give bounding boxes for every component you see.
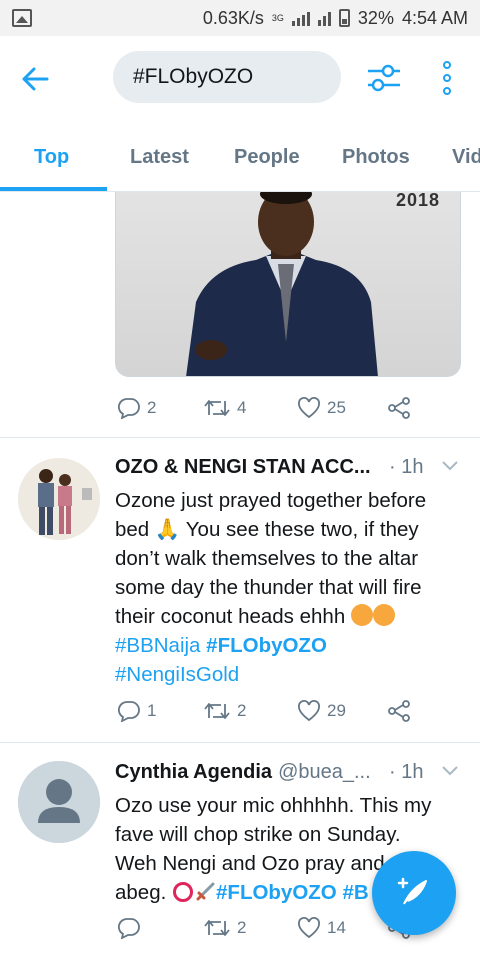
avatar[interactable]: [18, 458, 100, 540]
search-input[interactable]: #FLObyOZO: [113, 51, 341, 103]
retweet-count: 2: [237, 701, 247, 720]
tweet-time: · 1h: [389, 760, 424, 783]
author-name[interactable]: OZO & NENGI STAN ACC...: [115, 456, 371, 479]
share-button[interactable]: [387, 700, 411, 722]
tweet-text: Ozone just prayed together before bed 🙏 …: [115, 486, 455, 689]
reply-icon: [117, 701, 140, 722]
compose-icon: [397, 877, 427, 905]
photo-tweet-actions: 2 4 25: [115, 389, 435, 429]
hashtag-link[interactable]: #NengiIsGold: [115, 663, 239, 686]
tab-people[interactable]: People: [234, 122, 300, 191]
signal-icon: [291, 10, 310, 26]
search-header: #FLObyOZO: [0, 36, 480, 122]
tweet-time: · 1h: [389, 455, 424, 478]
compose-tweet-button[interactable]: [372, 851, 456, 935]
tweet-line: fave will chop strike on Sunday.: [115, 823, 401, 846]
battery-icon: [338, 9, 350, 27]
filter-button[interactable]: [362, 56, 406, 100]
reply-count: 1: [147, 701, 157, 720]
reply-icon: [117, 918, 140, 939]
reply-icon: [117, 398, 140, 419]
chevron-down-icon[interactable]: [441, 460, 459, 472]
like-count: 14: [327, 918, 346, 937]
gallery-notification-icon: [12, 9, 32, 27]
like-count: 25: [327, 398, 346, 417]
network-type: 3G: [271, 12, 284, 23]
avatar[interactable]: [18, 761, 100, 843]
like-button[interactable]: 29: [297, 700, 346, 722]
tweet-line: bed 🙏 You see these two, if they: [115, 518, 419, 541]
search-query: #FLObyOZO: [133, 65, 254, 88]
back-button[interactable]: [0, 36, 70, 122]
like-icon: [298, 917, 320, 939]
retweet-icon: [204, 400, 230, 416]
tab-latest[interactable]: Latest: [130, 122, 189, 191]
like-icon: [298, 397, 320, 419]
tweet-line: abeg.: [115, 881, 167, 904]
filter-icon: [368, 64, 400, 92]
tab-top[interactable]: Top: [34, 122, 69, 191]
author-name[interactable]: Cynthia Agendia: [115, 761, 272, 784]
share-button[interactable]: [387, 397, 411, 419]
divider: [0, 742, 480, 743]
reply-count: 2: [147, 398, 157, 417]
tweet-line: Ozone just prayed together before: [115, 489, 427, 512]
battery-level: 32%: [357, 7, 394, 28]
retweet-count: 2: [237, 918, 247, 937]
search-results-feed[interactable]: 2018 2 4 25 OZO & NENGI STAN ACC... · 1h…: [0, 192, 480, 960]
retweet-icon: [204, 920, 230, 936]
avatar-couple-photo: [18, 458, 100, 540]
tired-face-emoji-icon: [350, 604, 373, 626]
like-button[interactable]: 25: [297, 397, 346, 419]
tweet-header: OZO & NENGI STAN ACC... · 1h: [115, 452, 465, 482]
tweet-line: don’t walk themselves to the altar: [115, 547, 419, 570]
default-avatar-icon: [18, 761, 100, 843]
signal-icon-2: [317, 10, 331, 26]
tab-photos[interactable]: Photos: [342, 122, 410, 191]
status-bar: 0.63K/s 3G 32% 4:54 AM: [0, 0, 480, 36]
photo-person-illustration: [186, 192, 378, 376]
network-speed: 0.63K/s: [202, 7, 264, 28]
search-tabs: Top Latest People Photos Vid: [0, 122, 480, 192]
like-icon: [298, 700, 320, 722]
tweet-line: their coconut heads ehhh: [115, 605, 346, 628]
tweet-header: Cynthia Agendia @buea_... · 1h: [115, 757, 465, 787]
hashtag-link[interactable]: #B: [342, 881, 368, 904]
hashtag-link[interactable]: #FLObyOZO: [206, 634, 327, 657]
tweet-actions: 1 2 29: [115, 692, 435, 732]
reply-button[interactable]: [117, 917, 147, 939]
tweet[interactable]: OZO & NENGI STAN ACC... · 1h Ozone just …: [0, 452, 480, 732]
retweet-button[interactable]: 2: [203, 700, 246, 722]
dagger-emoji-icon: [196, 882, 215, 901]
tab-videos[interactable]: Vid: [452, 122, 480, 191]
retweet-count: 4: [237, 398, 247, 417]
tired-face-emoji-icon: [372, 604, 395, 626]
share-icon: [388, 397, 410, 419]
active-tab-indicator: [0, 187, 107, 191]
like-count: 29: [327, 701, 346, 720]
divider: [0, 437, 480, 438]
clock: 4:54 AM: [401, 7, 468, 28]
more-vertical-icon[interactable]: [430, 56, 464, 100]
red-circle-emoji-icon: [173, 882, 194, 902]
retweet-button[interactable]: 4: [203, 397, 246, 419]
tweet-line: some day the thunder that will fire: [115, 576, 422, 599]
retweet-icon: [204, 703, 230, 719]
reply-button[interactable]: 1: [117, 700, 156, 722]
author-handle[interactable]: @buea_...: [278, 761, 371, 784]
chevron-down-icon[interactable]: [441, 765, 459, 777]
tweet-photo[interactable]: 2018: [115, 192, 461, 377]
reply-button[interactable]: 2: [117, 397, 156, 419]
tweet-line: Ozo use your mic ohhhhh. This my: [115, 794, 432, 817]
hashtag-link[interactable]: #FLObyOZO: [216, 881, 337, 904]
like-button[interactable]: 14: [297, 917, 346, 939]
retweet-button[interactable]: 2: [203, 917, 246, 939]
back-arrow-icon: [22, 67, 49, 91]
hashtag-link[interactable]: #BBNaija: [115, 634, 200, 657]
share-icon: [388, 700, 410, 722]
